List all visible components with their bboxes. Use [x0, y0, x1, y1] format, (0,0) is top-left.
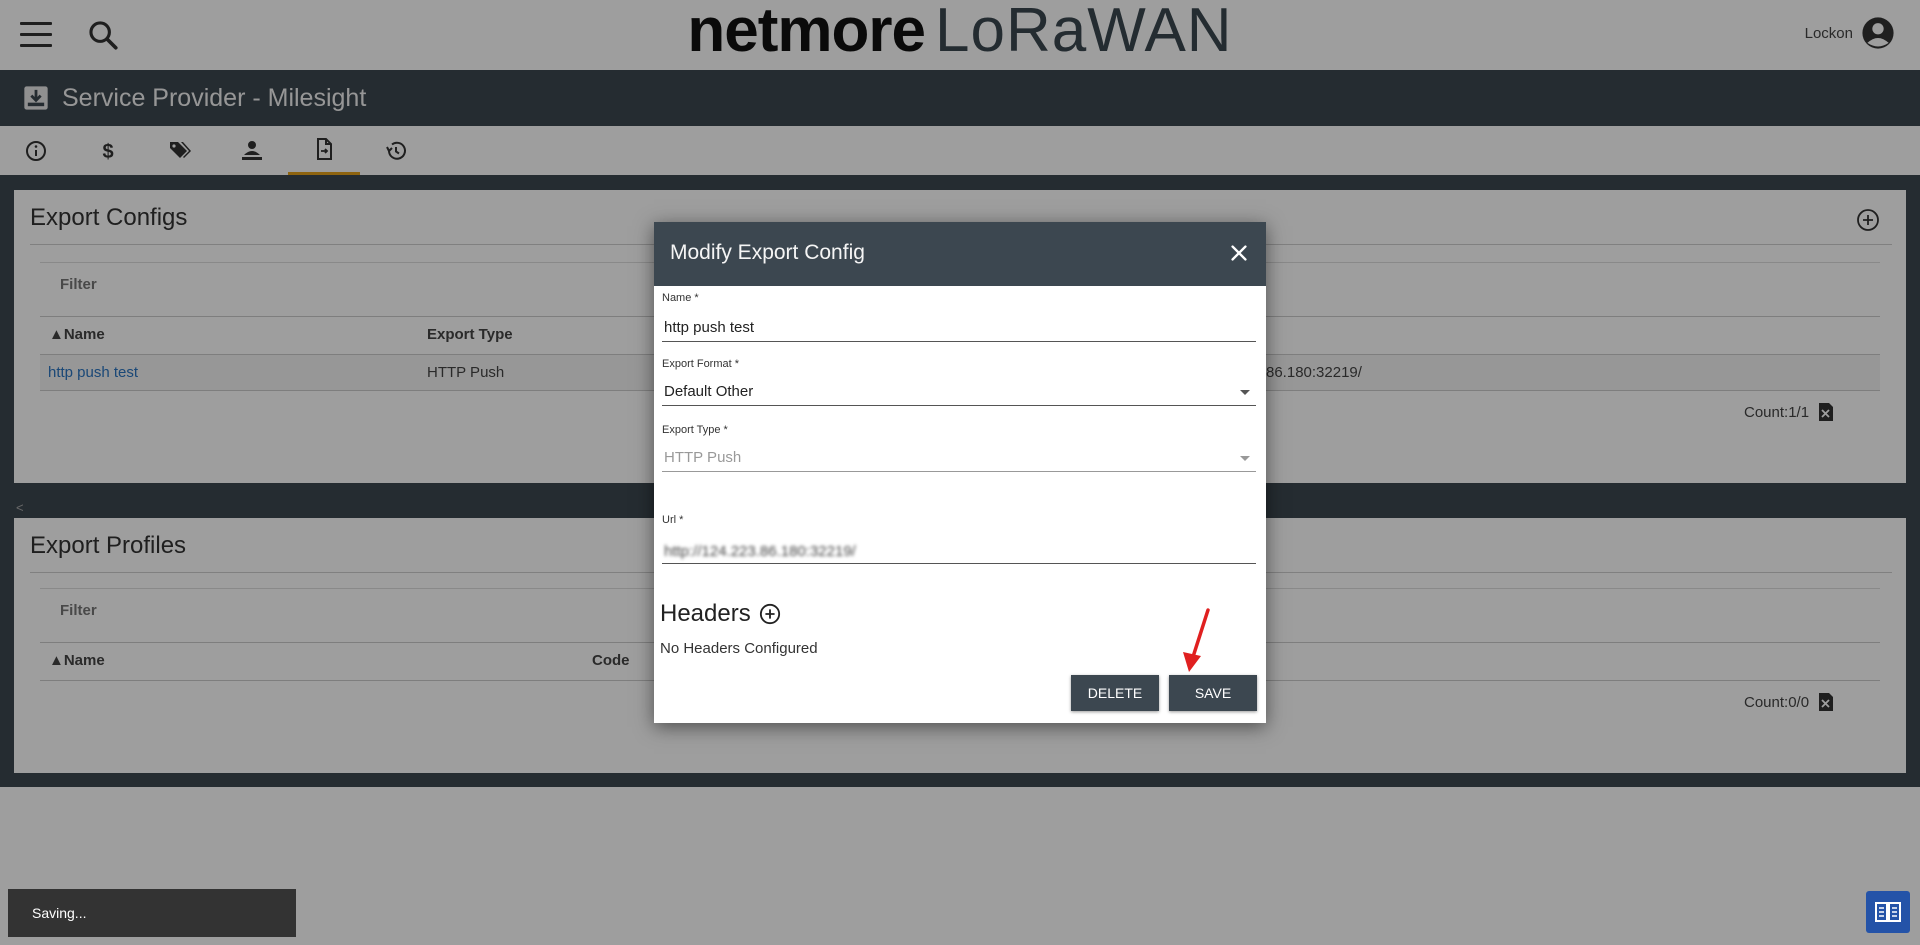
help-manual-button[interactable] — [1866, 891, 1910, 933]
saving-snackbar: Saving... — [8, 889, 296, 937]
annotation-arrow-icon — [1183, 608, 1210, 672]
url-field[interactable]: http://124.223.86.180:32219/ — [662, 536, 1256, 564]
app-root: netmore LoRaWAN Lockon Service Provider -… — [0, 0, 1920, 945]
close-icon[interactable] — [1228, 242, 1250, 264]
url-value: http://124.223.86.180:32219/ — [664, 543, 856, 560]
export-type-select: HTTP Push — [662, 444, 1256, 472]
dropdown-caret-icon — [1240, 390, 1250, 395]
dialog-header: Modify Export Config — [654, 222, 1266, 286]
dialog-title: Modify Export Config — [670, 241, 865, 264]
url-label: Url * — [662, 514, 684, 526]
export-format-select[interactable]: Default Other — [662, 378, 1256, 406]
export-format-value: Default Other — [664, 383, 754, 400]
delete-button[interactable]: DELETE — [1071, 675, 1159, 711]
dropdown-caret-icon — [1240, 456, 1250, 461]
name-field[interactable]: http push test — [662, 314, 1256, 342]
name-label: Name * — [662, 292, 699, 304]
export-type-label: Export Type * — [662, 424, 728, 436]
headers-section: Headers — [660, 600, 781, 628]
headers-title: Headers — [660, 600, 751, 627]
snackbar-text: Saving... — [32, 905, 87, 921]
no-headers-text: No Headers Configured — [660, 640, 818, 657]
export-format-label: Export Format * — [662, 358, 740, 370]
add-header-icon[interactable] — [759, 603, 781, 625]
export-type-value: HTTP Push — [664, 449, 742, 466]
book-icon — [1875, 902, 1901, 922]
save-button[interactable]: SAVE — [1169, 675, 1257, 711]
